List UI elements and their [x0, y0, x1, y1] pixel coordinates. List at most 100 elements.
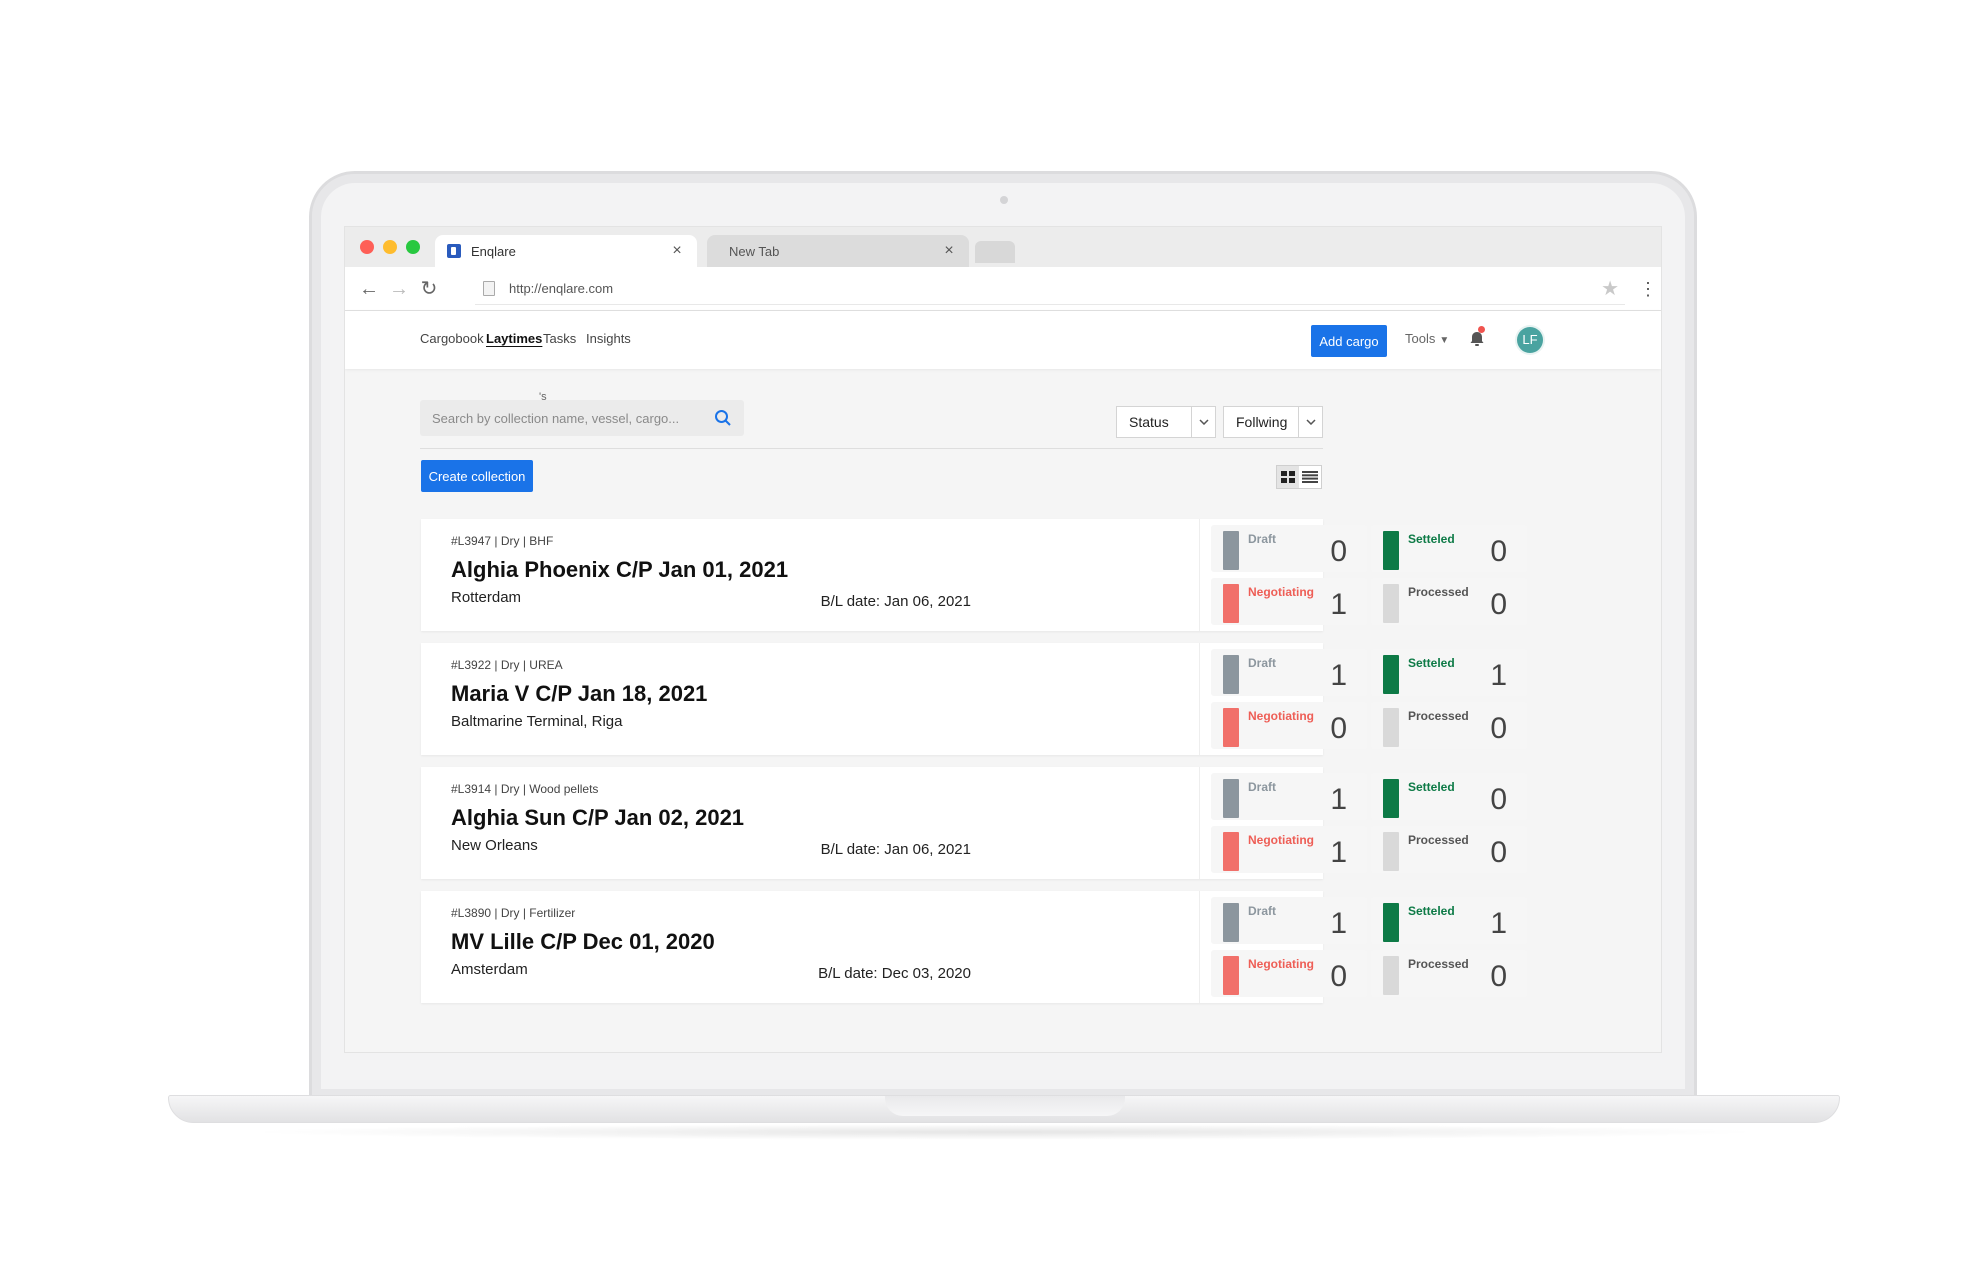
bell-icon[interactable]	[1467, 329, 1487, 349]
collection-title[interactable]: MV Lille C/P Dec 01, 2020	[451, 929, 715, 955]
stat-count: 0	[1490, 960, 1507, 993]
page-icon	[483, 281, 495, 296]
create-collection-button[interactable]: Create collection	[421, 460, 533, 492]
tab-title: Enqlare	[471, 243, 516, 259]
stat-count: 0	[1490, 712, 1507, 745]
laptop-shadow	[240, 1124, 1770, 1140]
stat-label: Setteled	[1408, 904, 1455, 918]
status-color-bar	[1383, 903, 1399, 942]
collection-card[interactable]: #L3922 | Dry | UREA Maria V C/P Jan 18, 2…	[421, 643, 1527, 755]
status-color-bar	[1383, 531, 1399, 570]
stat-count: 1	[1330, 907, 1347, 940]
search-input[interactable]: Search by collection name, vessel, cargo…	[420, 400, 744, 436]
collection-location: Baltmarine Terminal, Riga	[451, 713, 623, 730]
stat-draft[interactable]: Draft 1	[1211, 649, 1367, 696]
stat-label: Draft	[1248, 656, 1277, 670]
stat-negotiating[interactable]: Negotiating 1	[1211, 826, 1367, 873]
avatar[interactable]: LF	[1517, 327, 1543, 353]
url-text[interactable]: http://enqlare.com	[509, 281, 1601, 296]
stat-processed[interactable]: Processed 0	[1371, 826, 1527, 873]
nav-insights[interactable]: Insights	[586, 331, 631, 346]
add-cargo-button[interactable]: Add cargo	[1311, 325, 1387, 357]
stat-label: Processed	[1408, 957, 1469, 971]
bookmark-star-icon[interactable]: ★	[1601, 276, 1619, 301]
status-color-bar	[1383, 832, 1399, 871]
reload-icon[interactable]: ↻	[415, 275, 443, 303]
stat-count: 1	[1330, 783, 1347, 816]
status-color-bar	[1383, 655, 1399, 694]
close-icon[interactable]: ×	[941, 242, 957, 260]
back-arrow-icon[interactable]: ←	[355, 275, 383, 303]
status-color-bar	[1383, 779, 1399, 818]
stat-label: Setteled	[1408, 532, 1455, 546]
stat-settled[interactable]: Setteled 0	[1371, 525, 1527, 572]
bl-date: B/L date: Dec 03, 2020	[818, 965, 971, 982]
divider	[420, 448, 1323, 449]
status-color-bar	[1223, 832, 1239, 871]
stat-count: 0	[1490, 783, 1507, 816]
stat-settled[interactable]: Setteled 0	[1371, 773, 1527, 820]
stat-processed[interactable]: Processed 0	[1371, 702, 1527, 749]
status-select[interactable]: Status	[1116, 406, 1216, 438]
stat-draft[interactable]: Draft 1	[1211, 773, 1367, 820]
stat-settled[interactable]: Setteled 1	[1371, 897, 1527, 944]
status-color-bar	[1223, 708, 1239, 747]
stat-negotiating[interactable]: Negotiating 0	[1211, 702, 1367, 749]
tab-enqlare[interactable]: Enqlare ×	[435, 235, 697, 267]
new-tab-button[interactable]	[975, 241, 1015, 263]
stat-settled[interactable]: Setteled 1	[1371, 649, 1527, 696]
tools-menu[interactable]: Tools ▼	[1405, 331, 1449, 346]
list-view-icon[interactable]	[1299, 466, 1321, 488]
collection-card[interactable]: #L3947 | Dry | BHF Alghia Phoenix C/P Jan…	[421, 519, 1527, 631]
stat-negotiating[interactable]: Negotiating 0	[1211, 950, 1367, 997]
stat-label: Processed	[1408, 585, 1469, 599]
collection-meta: #L3914 | Dry | Wood pellets	[451, 782, 599, 796]
collection-meta: #L3890 | Dry | Fertilizer	[451, 906, 576, 920]
collection-card[interactable]: #L3914 | Dry | Wood pellets Alghia Sun C/…	[421, 767, 1527, 879]
close-icon[interactable]: ×	[669, 242, 685, 260]
window-maximize-button[interactable]	[406, 240, 420, 254]
collection-location: New Orleans	[451, 837, 538, 854]
stat-draft[interactable]: Draft 1	[1211, 897, 1367, 944]
search-icon[interactable]	[714, 409, 732, 427]
status-color-bar	[1383, 956, 1399, 995]
stat-processed[interactable]: Processed 0	[1371, 950, 1527, 997]
notification-dot	[1478, 326, 1485, 333]
stat-count: 1	[1490, 659, 1507, 692]
following-select[interactable]: Follwing	[1223, 406, 1323, 438]
search-placeholder: Search by collection name, vessel, cargo…	[432, 410, 680, 426]
nav-cargobook[interactable]: Cargobook	[420, 331, 484, 346]
stat-label: Setteled	[1408, 780, 1455, 794]
stat-label: Negotiating	[1248, 833, 1314, 847]
stat-count: 1	[1490, 907, 1507, 940]
collection-card[interactable]: #L3890 | Dry | Fertilizer MV Lille C/P De…	[421, 891, 1527, 1003]
stat-negotiating[interactable]: Negotiating 1	[1211, 578, 1367, 625]
stat-count: 1	[1330, 836, 1347, 869]
nav-tasks[interactable]: Tasks	[543, 331, 576, 346]
window-close-button[interactable]	[360, 240, 374, 254]
status-color-bar	[1383, 708, 1399, 747]
enqlare-favicon-icon	[447, 244, 461, 258]
window-minimize-button[interactable]	[383, 240, 397, 254]
stat-processed[interactable]: Processed 0	[1371, 578, 1527, 625]
nav-laytimes[interactable]: Laytimes	[486, 331, 542, 346]
following-select-label: Follwing	[1236, 414, 1288, 430]
tab-new-tab[interactable]: New Tab ×	[707, 235, 969, 267]
chevron-down-icon: ▼	[1439, 335, 1450, 346]
stat-label: Processed	[1408, 833, 1469, 847]
stat-count: 0	[1490, 588, 1507, 621]
stat-count: 1	[1330, 588, 1347, 621]
stat-draft[interactable]: Draft 0	[1211, 525, 1367, 572]
collection-title[interactable]: Alghia Phoenix C/P Jan 01, 2021	[451, 557, 788, 583]
collection-title[interactable]: Alghia Sun C/P Jan 02, 2021	[451, 805, 744, 831]
address-bar[interactable]: http://enqlare.com ★	[475, 273, 1625, 305]
card-divider	[1199, 643, 1200, 755]
view-toggle	[1276, 465, 1322, 489]
tools-label: Tools	[1405, 331, 1436, 346]
grid-view-icon[interactable]	[1277, 466, 1299, 488]
browser-menu-icon[interactable]: ⋮	[1639, 277, 1657, 301]
collection-location: Amsterdam	[451, 961, 528, 978]
stat-label: Draft	[1248, 780, 1277, 794]
forward-arrow-icon[interactable]: →	[385, 275, 413, 303]
collection-title[interactable]: Maria V C/P Jan 18, 2021	[451, 681, 707, 707]
